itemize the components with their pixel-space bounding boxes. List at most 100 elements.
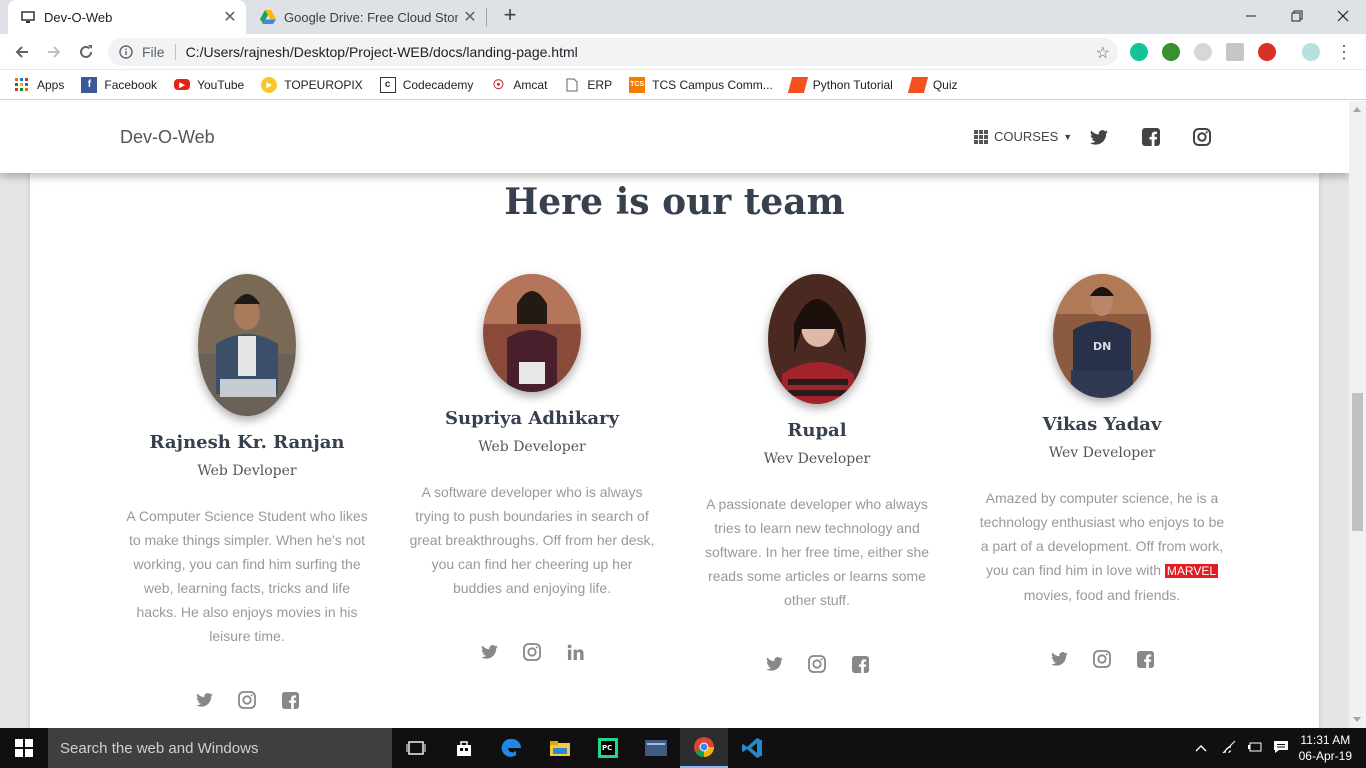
extension-yab-icon[interactable] xyxy=(1258,43,1276,61)
tab-title: Google Drive: Free Cloud Storage xyxy=(284,9,458,25)
bookmark-topeuropix[interactable]: ▶ TOPEUROPIX xyxy=(261,76,363,93)
task-view-icon[interactable] xyxy=(392,728,440,768)
instagram-icon[interactable] xyxy=(237,690,257,710)
bookmarks-bar: Apps f Facebook ▶ YouTube ▶ TOPEUROPIX c… xyxy=(0,70,1366,100)
instagram-icon[interactable] xyxy=(1092,649,1112,669)
bookmark-label: TOPEUROPIX xyxy=(284,77,363,92)
bookmark-label: Codecademy xyxy=(402,77,474,92)
tab-google-drive[interactable]: Google Drive: Free Cloud Storage ✕ xyxy=(250,0,486,34)
instagram-icon[interactable] xyxy=(522,642,542,662)
twitter-icon[interactable] xyxy=(764,654,784,674)
member-role: Wev Developer xyxy=(763,451,871,467)
instagram-icon[interactable] xyxy=(1192,127,1212,147)
google-drive-icon xyxy=(260,9,276,25)
tab-title: Dev-O-Web xyxy=(44,9,113,25)
twitter-icon[interactable] xyxy=(194,690,214,710)
clock[interactable]: 11:31 AM 06-Apr-19 xyxy=(1299,732,1352,764)
menu-kebab-icon[interactable]: ⋮ xyxy=(1330,38,1358,66)
reload-icon[interactable] xyxy=(72,38,100,66)
bookmark-amcat[interactable]: ☉ Amcat xyxy=(490,77,548,93)
pycharm-icon[interactable]: PC xyxy=(584,728,632,768)
caret-down-icon: ▼ xyxy=(1063,131,1073,142)
tab-dev-o-web[interactable]: Dev-O-Web ✕ xyxy=(8,0,246,34)
grid-icon xyxy=(974,129,988,144)
bookmark-youtube[interactable]: ▶ YouTube xyxy=(174,78,244,92)
profile-avatar-icon[interactable] xyxy=(1302,43,1320,61)
notification-icon[interactable] xyxy=(1273,740,1289,757)
bookmark-label: TCS Campus Comm... xyxy=(652,77,773,92)
bookmark-label: Python Tutorial xyxy=(812,77,893,92)
facebook-icon[interactable] xyxy=(280,690,300,710)
twitter-icon[interactable] xyxy=(1049,649,1069,669)
info-icon[interactable] xyxy=(118,44,134,60)
bookmark-quiz[interactable]: Quiz xyxy=(907,76,958,93)
address-bar[interactable]: File C:/Users/rajnesh/Desktop/Project-WE… xyxy=(108,38,1118,66)
member-bio: A Computer Science Student who likes to … xyxy=(126,508,368,644)
scroll-down-arrow-icon[interactable] xyxy=(1353,717,1361,722)
bookmark-tcs[interactable]: TCS TCS Campus Comm... xyxy=(629,76,773,93)
chrome-icon[interactable] xyxy=(680,728,728,768)
windows-start-icon[interactable] xyxy=(0,728,48,768)
bookmark-apps[interactable]: Apps xyxy=(14,77,64,93)
member-role: Web Developer xyxy=(478,439,586,455)
tcs-icon: TCS xyxy=(629,76,646,93)
member-bio: A passionate developer who always tries … xyxy=(704,496,930,608)
vscode-icon[interactable] xyxy=(728,728,776,768)
member-name: Vikas Yadav xyxy=(1042,414,1162,435)
linkedin-icon[interactable] xyxy=(565,642,585,662)
bookmark-facebook[interactable]: f Facebook xyxy=(81,76,158,93)
facebook-icon[interactable] xyxy=(1141,127,1161,147)
facebook-icon[interactable] xyxy=(1135,649,1155,669)
grammarly-extension-icon[interactable] xyxy=(1130,43,1148,61)
close-tab-icon[interactable]: ✕ xyxy=(218,7,242,27)
site-brand[interactable]: Dev-O-Web xyxy=(120,127,215,148)
extension-pdf-icon[interactable] xyxy=(1226,43,1244,61)
taskbar-search-input[interactable]: Search the web and Windows xyxy=(48,728,392,768)
new-tab-button[interactable]: + xyxy=(498,4,522,28)
minimize-icon[interactable] xyxy=(1228,0,1274,32)
site-navbar: Dev-O-Web COURSES ▼ xyxy=(0,101,1349,173)
close-tab-icon[interactable]: ✕ xyxy=(458,7,482,27)
courses-dropdown[interactable]: COURSES ▼ xyxy=(974,129,1072,144)
topeuropix-icon: ▶ xyxy=(261,76,278,93)
bookmark-python-tutorial[interactable]: Python Tutorial xyxy=(787,76,893,93)
bookmark-codecademy[interactable]: c Codecademy xyxy=(379,76,474,93)
back-arrow-icon[interactable] xyxy=(8,38,36,66)
store-icon[interactable] xyxy=(440,728,488,768)
instagram-icon[interactable] xyxy=(807,654,827,674)
svg-text:DN: DN xyxy=(1093,340,1111,353)
chevron-up-icon[interactable] xyxy=(1195,741,1207,755)
member-socials xyxy=(687,654,947,674)
twitter-icon[interactable] xyxy=(479,642,499,662)
mysql-workbench-icon[interactable] xyxy=(632,728,680,768)
member-socials xyxy=(972,649,1232,669)
team-member-card: DN Vikas Yadav Wev Developer Amazed by c… xyxy=(972,274,1232,669)
team-member-card: Supriya Adhikary Web Developer A softwar… xyxy=(402,274,662,662)
svg-text:PC: PC xyxy=(602,744,612,752)
restore-icon[interactable] xyxy=(1274,0,1320,32)
page-scrollbar[interactable] xyxy=(1349,101,1366,728)
twitter-icon[interactable] xyxy=(1089,127,1109,147)
scroll-thumb[interactable] xyxy=(1352,393,1363,531)
facebook-icon[interactable] xyxy=(850,654,870,674)
bookmark-star-icon[interactable]: ☆ xyxy=(1096,43,1110,63)
team-member-card: Rupal Wev Developer A passionate develop… xyxy=(687,274,947,674)
file-explorer-icon[interactable] xyxy=(536,728,584,768)
bookmark-label: Quiz xyxy=(932,77,958,92)
bookmark-erp[interactable]: ERP xyxy=(564,77,612,93)
scroll-up-arrow-icon[interactable] xyxy=(1353,107,1361,112)
member-bio: Amazed by computer science, he is a tech… xyxy=(980,486,1225,607)
forward-arrow-icon[interactable] xyxy=(40,38,68,66)
facebook-icon: f xyxy=(81,76,98,93)
member-photo-rajnesh xyxy=(198,274,296,416)
battery-icon[interactable] xyxy=(1247,741,1263,756)
edge-browser-icon[interactable] xyxy=(488,728,536,768)
member-photo-supriya xyxy=(483,274,581,392)
wifi-icon[interactable] xyxy=(1221,740,1237,757)
bookmark-label: YouTube xyxy=(197,77,245,92)
close-window-icon[interactable] xyxy=(1320,0,1366,32)
url-text[interactable]: C:/Users/rajnesh/Desktop/Project-WEB/doc… xyxy=(186,44,578,60)
extension-gray-icon[interactable] xyxy=(1194,43,1212,61)
bookmark-label: Facebook xyxy=(104,77,158,92)
extension-globe-icon[interactable] xyxy=(1162,43,1180,61)
